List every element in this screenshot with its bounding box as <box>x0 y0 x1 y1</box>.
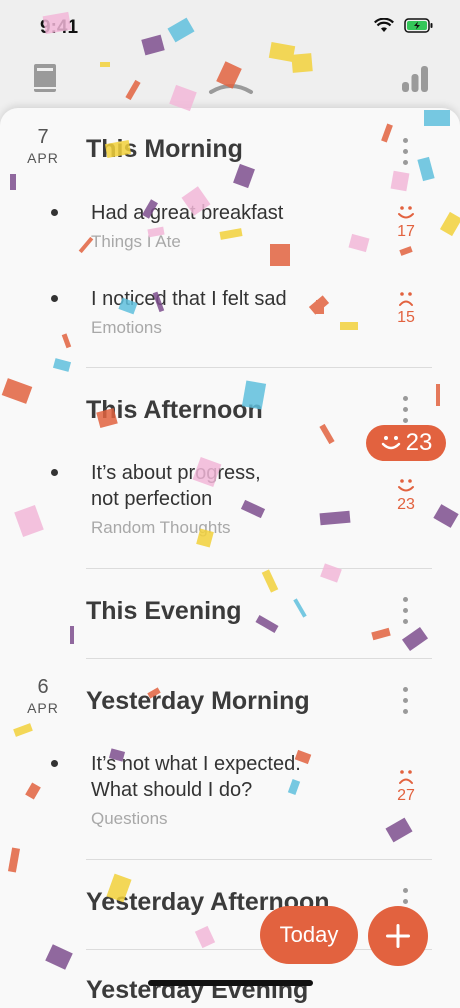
bullet <box>51 209 58 216</box>
mood-indicator: 23 <box>386 478 426 514</box>
wifi-icon <box>374 18 394 32</box>
smile-icon <box>398 206 414 219</box>
sunrise-icon <box>209 84 253 94</box>
journal-button[interactable] <box>33 62 57 99</box>
entry-text: I noticed that I felt sad <box>91 288 287 310</box>
entry-category: Emotions <box>91 318 162 337</box>
add-entry-button[interactable] <box>368 906 428 966</box>
battery-icon <box>404 18 433 33</box>
today-nav-button[interactable] <box>208 78 254 103</box>
smile-icon <box>381 436 400 450</box>
more-icon[interactable] <box>397 685 415 717</box>
entry-text-line: not perfection <box>91 488 213 510</box>
date-day: 7 <box>37 126 49 148</box>
entry-category: Questions <box>91 809 168 828</box>
date-label: 7 APR <box>22 126 64 166</box>
book-icon <box>34 64 56 92</box>
mood-indicator: 17 <box>386 205 426 241</box>
mood-indicator: 15 <box>386 291 426 327</box>
entry-text-line: It’s about progress, <box>91 462 261 484</box>
section-title: This Evening <box>86 597 242 625</box>
bullet <box>51 760 58 767</box>
top-nav <box>0 62 460 102</box>
entry-text-line: It’s not what I expected. <box>91 753 301 775</box>
status-bar: 9:41 <box>0 0 460 56</box>
plus-icon <box>386 924 410 948</box>
score-pill-value: 23 <box>405 429 433 456</box>
frown-icon <box>399 770 413 784</box>
entry-text: Had a great breakfast <box>91 202 284 224</box>
score-pill[interactable]: 23 <box>366 425 446 461</box>
divider <box>86 367 432 368</box>
more-icon[interactable] <box>397 394 415 426</box>
stats-button[interactable] <box>401 62 429 99</box>
entry-text: It’s about progress, not perfection <box>91 460 371 512</box>
date-month: APR <box>27 700 59 716</box>
section-title: Yesterday Morning <box>86 687 310 715</box>
divider <box>86 568 432 569</box>
entry-text-line: What should I do? <box>91 779 253 801</box>
mood-indicator: 27 <box>386 769 426 805</box>
mood-score: 15 <box>397 309 415 326</box>
mood-score: 23 <box>397 496 415 513</box>
date-month: APR <box>27 150 59 166</box>
mood-score: 27 <box>397 787 415 804</box>
date-label: 6 APR <box>22 676 64 716</box>
today-button[interactable]: Today <box>260 906 358 964</box>
status-time: 9:41 <box>40 17 79 38</box>
entry-category: Things I Ate <box>91 232 181 251</box>
mood-score: 17 <box>397 223 415 240</box>
journal-sheet: 7 APR This Morning Had a great breakfast… <box>0 108 460 1008</box>
entry-category: Random Thoughts <box>91 518 231 537</box>
more-icon[interactable] <box>397 136 415 168</box>
bullet <box>51 295 58 302</box>
bar-chart-icon <box>402 66 428 92</box>
section-title: This Morning <box>86 135 243 163</box>
date-day: 6 <box>37 676 49 698</box>
divider <box>86 859 432 860</box>
status-icons <box>374 18 434 33</box>
entry-text: It’s not what I expected. What should I … <box>91 751 371 803</box>
home-indicator[interactable] <box>148 980 313 986</box>
divider <box>86 658 432 659</box>
more-icon[interactable] <box>397 595 415 627</box>
frown-icon <box>399 292 413 306</box>
smile-icon <box>398 479 414 492</box>
bullet <box>51 469 58 476</box>
section-title: This Afternoon <box>86 396 263 424</box>
